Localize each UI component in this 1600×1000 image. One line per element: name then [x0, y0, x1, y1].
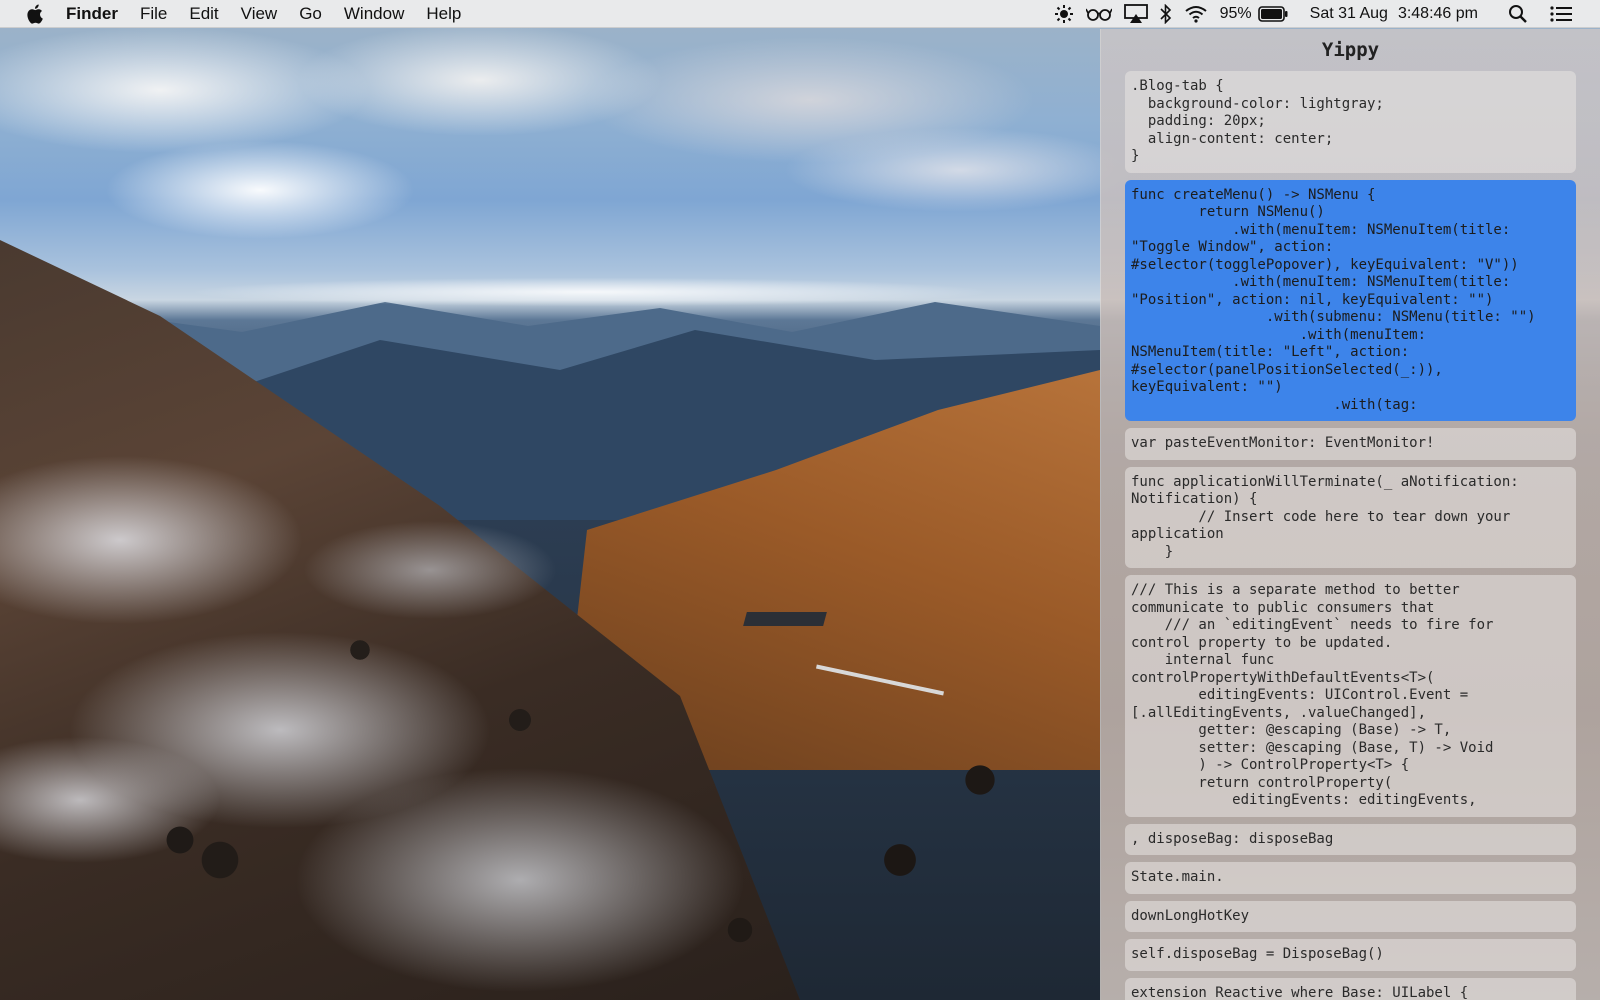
clipboard-item-line: align-content: center;	[1131, 130, 1334, 147]
clipboard-item-line: downLongHotKey	[1131, 907, 1250, 924]
clipboard-item-line: communicate to public consumers that	[1131, 599, 1435, 616]
clipboard-item-line: /// This is a separate method to better	[1131, 582, 1460, 598]
clipboard-item-line: func createMenu() -> NSMenu {	[1131, 186, 1376, 203]
clipboard-item-line: }	[1131, 543, 1174, 560]
clipboard-item-line: #selector(togglePopover), keyEquivalent:…	[1131, 256, 1519, 273]
menu-file[interactable]: File	[140, 4, 167, 24]
wallpaper-rocks	[0, 560, 1100, 1000]
wifi-icon[interactable]	[1184, 0, 1208, 28]
app-menu-finder[interactable]: Finder	[66, 4, 118, 24]
clipboard-item-line: self.disposeBag = DisposeBag()	[1131, 946, 1384, 962]
clipboard-history-list: .Blog-tab { background-color: lightgray;…	[1101, 71, 1600, 1000]
clipboard-item[interactable]: func applicationWillTerminate(_ aNotific…	[1125, 466, 1576, 568]
clipboard-item-line: .Blog-tab {	[1131, 78, 1224, 94]
clipboard-item-line: .with(tag:	[1131, 396, 1418, 413]
clipboard-item-line: editingEvents: UIControl.Event =	[1131, 687, 1469, 703]
clipboard-item-line: // Insert code here to tear down your	[1131, 508, 1511, 525]
clipboard-item-line: getter: @escaping (Base) -> T,	[1131, 722, 1452, 738]
menu-window[interactable]: Window	[344, 4, 404, 24]
status-menu-area: 95% Sat 31 Aug 3:48:46 pm	[1042, 0, 1600, 28]
clipboard-item-line: NSMenuItem(title: "Left", action:	[1131, 344, 1410, 360]
clipboard-item[interactable]: extension Reactive where Base: UILabel {	[1125, 977, 1576, 1000]
clipboard-item-line: , disposeBag: disposeBag	[1131, 830, 1334, 847]
clipboard-item-line: Notification) {	[1131, 491, 1258, 507]
clipboard-item-line: #selector(panelPositionSelected(_:)),	[1131, 361, 1443, 378]
clipboard-item-line: .with(menuItem: NSMenuItem(title:	[1131, 221, 1511, 238]
menu-edit[interactable]: Edit	[189, 4, 218, 24]
wallpaper-cloud-band	[80, 272, 1100, 312]
clipboard-item-line: control property to be updated.	[1131, 634, 1393, 651]
clipboard-item-line: "Position", action: nil, keyEquivalent: …	[1131, 291, 1494, 308]
wallpaper-lodge	[743, 612, 827, 626]
clipboard-item-line: return NSMenu()	[1131, 204, 1325, 220]
clipboard-item-line: internal func	[1131, 652, 1275, 668]
clipboard-item-line: [.allEditingEvents, .valueChanged],	[1131, 704, 1427, 721]
menu-help[interactable]: Help	[426, 4, 461, 24]
clipboard-item-line: State.main.	[1131, 869, 1224, 885]
clipboard-item-line: controlPropertyWithDefaultEvents<T>(	[1131, 669, 1435, 686]
clipboard-item-line: return controlProperty(	[1131, 774, 1393, 791]
menu-view[interactable]: View	[241, 4, 278, 24]
clipboard-item-line: background-color: lightgray;	[1131, 95, 1384, 112]
clipboard-item-line: }	[1131, 148, 1140, 164]
spotlight-icon[interactable]	[1508, 0, 1528, 28]
apple-menu-icon[interactable]	[26, 4, 44, 24]
battery-percent: 95%	[1219, 5, 1252, 22]
airplay-icon[interactable]	[1123, 0, 1148, 28]
clipboard-item-line: .with(menuItem: NSMenuItem(title:	[1131, 274, 1511, 290]
clipboard-item[interactable]: self.disposeBag = DisposeBag()	[1125, 939, 1576, 971]
clipboard-item[interactable]: , disposeBag: disposeBag	[1125, 823, 1576, 855]
clipboard-item[interactable]: .Blog-tab { background-color: lightgray;…	[1125, 71, 1576, 173]
clipboard-item-line: keyEquivalent: "")	[1131, 379, 1283, 395]
clipboard-item[interactable]: downLongHotKey	[1125, 900, 1576, 932]
clipboard-item[interactable]: var pasteEventMonitor: EventMonitor!	[1125, 428, 1576, 460]
brightness-icon[interactable]	[1054, 0, 1074, 28]
clipboard-item-line: extension Reactive where Base: UILabel {	[1131, 984, 1469, 1000]
notification-center-icon[interactable]	[1550, 0, 1572, 28]
glasses-icon[interactable]	[1085, 0, 1112, 28]
clipboard-item-line: var pasteEventMonitor: EventMonitor!	[1131, 435, 1435, 451]
clipboard-item-line: application	[1131, 526, 1224, 542]
menubar-date[interactable]: Sat 31 Aug	[1310, 5, 1388, 23]
clipboard-item-line: .with(menuItem:	[1131, 326, 1427, 343]
clipboard-item-line: editingEvents: editingEvents,	[1131, 792, 1477, 808]
wallpaper-clouds	[0, 20, 1160, 250]
clipboard-item[interactable]: /// This is a separate method to better c…	[1125, 575, 1576, 817]
menubar-time[interactable]: 3:48:46 pm	[1398, 5, 1478, 23]
menu-bar: Finder File Edit View Go Window Help 95%…	[0, 0, 1600, 28]
clipboard-item-line: .with(submenu: NSMenu(title: "")	[1131, 309, 1536, 325]
menu-go[interactable]: Go	[299, 4, 322, 24]
battery-icon[interactable]	[1257, 0, 1288, 28]
panel-title: Yippy	[1321, 39, 1380, 61]
bluetooth-icon[interactable]	[1160, 0, 1172, 28]
clipboard-item-line: padding: 20px;	[1131, 113, 1266, 129]
clipboard-item[interactable]: func createMenu() -> NSMenu { return NSM…	[1125, 179, 1576, 421]
clipboard-item-line: /// an `editingEvent` needs to fire for	[1131, 617, 1494, 633]
clipboard-item-line: "Toggle Window", action:	[1131, 239, 1334, 255]
clipboard-item-line: ) -> ControlProperty<T> {	[1131, 757, 1410, 773]
clipboard-item-line: func applicationWillTerminate(_ aNotific…	[1131, 473, 1519, 490]
clipboard-item[interactable]: State.main.	[1125, 862, 1576, 894]
yippy-panel: Yippy .Blog-tab { background-color: ligh…	[1100, 29, 1600, 1000]
clipboard-item-line: setter: @escaping (Base, T) -> Void	[1131, 739, 1494, 756]
